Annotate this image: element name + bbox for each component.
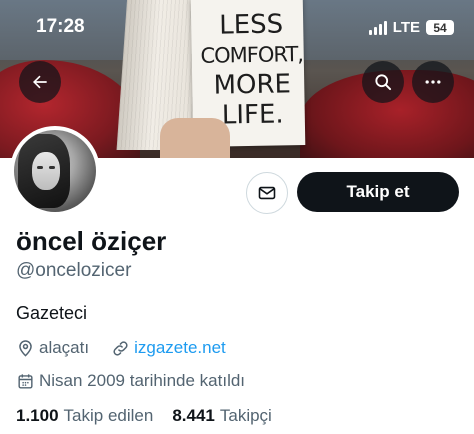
status-time: 17:28 bbox=[36, 16, 85, 37]
followers-label[interactable]: Takipçi bbox=[220, 406, 272, 426]
profile-meta-joined-row: Nisan 2009 tarihinde katıldı bbox=[16, 371, 245, 391]
back-button[interactable] bbox=[19, 61, 61, 103]
profile-bio: Gazeteci bbox=[16, 303, 88, 323]
status-indicators: LTE 54 bbox=[368, 19, 454, 36]
arrow-left-icon bbox=[30, 72, 50, 92]
profile-website-link[interactable]: izgazete.net bbox=[134, 338, 226, 358]
search-icon bbox=[373, 72, 393, 92]
profile-meta-location-row: alaçatı izgazete.net bbox=[16, 338, 226, 358]
more-options-button[interactable] bbox=[412, 61, 454, 103]
profile-location: alaçatı bbox=[39, 338, 90, 357]
calendar-icon bbox=[16, 372, 35, 391]
signal-icon bbox=[368, 20, 387, 35]
link-icon bbox=[111, 339, 130, 358]
banner-line-3: MORE bbox=[213, 69, 292, 101]
banner-line-1: LESS bbox=[218, 9, 284, 41]
message-button[interactable] bbox=[246, 172, 288, 214]
following-count[interactable]: 1.100 bbox=[16, 406, 59, 426]
follow-button[interactable]: Takip et bbox=[297, 172, 459, 212]
more-horizontal-icon bbox=[423, 72, 443, 92]
following-label[interactable]: Takip edilen bbox=[64, 406, 154, 426]
battery-icon: 54 bbox=[426, 20, 454, 35]
banner-hand bbox=[160, 118, 230, 158]
search-button[interactable] bbox=[362, 61, 404, 103]
battery-level: 54 bbox=[433, 20, 447, 35]
banner-line-2: COMFORT, bbox=[200, 42, 304, 68]
avatar-image bbox=[14, 130, 96, 212]
display-name: öncel öziçer bbox=[16, 226, 167, 256]
follow-stats: 1.100 Takip edilen 8.441 Takipçi bbox=[16, 406, 272, 426]
avatar[interactable] bbox=[10, 126, 100, 216]
username-handle: @oncelozicer bbox=[16, 260, 132, 281]
location-pin-icon bbox=[16, 339, 35, 358]
followers-count[interactable]: 8.441 bbox=[172, 406, 215, 426]
profile-joined-date: Nisan 2009 tarihinde katıldı bbox=[39, 371, 246, 390]
network-type: LTE bbox=[392, 19, 420, 36]
envelope-icon bbox=[257, 183, 277, 203]
banner-handwriting: LESS COMFORT, MORE LIFE. bbox=[199, 9, 305, 131]
